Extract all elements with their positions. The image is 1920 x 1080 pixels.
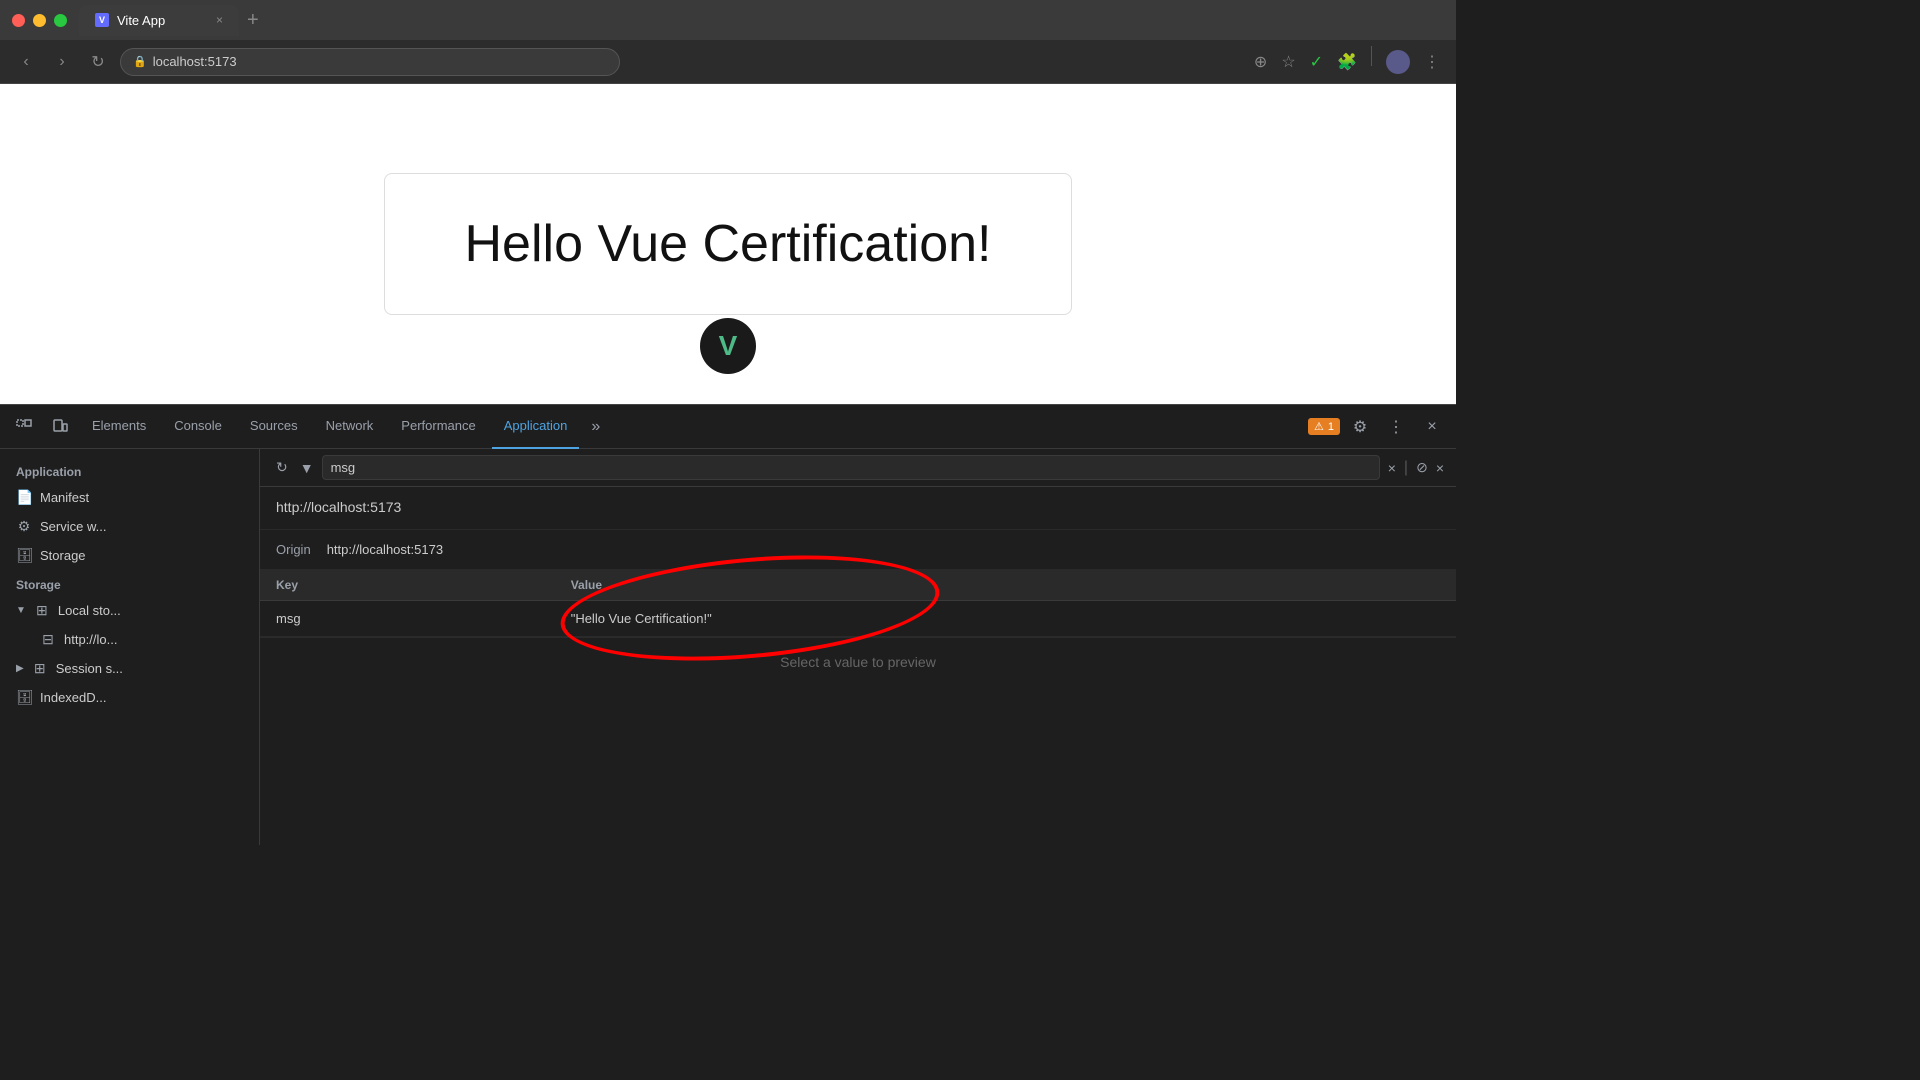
origin-value: http://localhost:5173: [327, 542, 443, 557]
devtools-inspect-button[interactable]: [8, 411, 40, 443]
bookmark-button[interactable]: ☆: [1277, 46, 1299, 78]
title-bar: V Vite App × +: [0, 0, 1456, 40]
devtools-right-actions: ⚠ 1 ⚙ ⋮ ×: [1308, 411, 1448, 443]
devtools-more-button[interactable]: ⋮: [1380, 411, 1412, 443]
tab-favicon: V: [95, 13, 109, 27]
devtools-toolbar: Elements Console Sources Network Perform…: [0, 405, 1456, 449]
warning-icon: ⚠: [1314, 420, 1324, 433]
storage-origin-row: Origin http://localhost:5173: [260, 530, 1456, 570]
devtools-sidebar: Application 📄 Manifest ⚙ Service w... 🗄 …: [0, 449, 260, 845]
devtools-close-button[interactable]: ×: [1416, 411, 1448, 443]
url-text: localhost:5173: [153, 54, 237, 69]
sidebar-app-section-title: Application: [0, 457, 259, 483]
url-bar[interactable]: 🔒 localhost:5173: [120, 48, 620, 76]
filter-input[interactable]: [322, 455, 1380, 480]
reload-button[interactable]: ↻: [84, 48, 112, 76]
sidebar-storage-section-title: Storage: [0, 570, 259, 596]
filter-block-button[interactable]: ⊘: [1416, 459, 1428, 476]
session-storage-icon: ⊞: [32, 660, 48, 677]
minimize-traffic-light[interactable]: [33, 14, 46, 27]
devtools-settings-button[interactable]: ⚙: [1344, 411, 1376, 443]
indexeddb-icon: 🗄: [16, 689, 32, 706]
maximize-traffic-light[interactable]: [54, 14, 67, 27]
new-tab-button[interactable]: +: [239, 5, 267, 36]
session-expand-icon: ▶: [16, 663, 24, 674]
browser-tab-active[interactable]: V Vite App ×: [79, 5, 239, 36]
warning-count: 1: [1328, 421, 1334, 433]
app-content-box: Hello Vue Certification!: [384, 173, 1073, 315]
sidebar-item-storage-top[interactable]: 🗄 Storage: [0, 541, 259, 570]
storage-table-row[interactable]: msg "Hello Vue Certification!": [260, 601, 1456, 637]
storage-top-icon: 🗄: [16, 547, 32, 564]
devtools-tab-console[interactable]: Console: [162, 405, 234, 449]
browser-main-content: Hello Vue Certification! V: [0, 84, 1456, 404]
address-bar: ‹ › ↻ 🔒 localhost:5173 ⊕ ☆ ✓ 🧩 ⋮: [0, 40, 1456, 84]
vue-logo: V: [700, 318, 756, 374]
expand-icon: ▼: [16, 605, 26, 616]
storage-table: Key Value msg "Hello Vue Certification!": [260, 570, 1456, 637]
avatar-button[interactable]: [1382, 46, 1414, 78]
devtools-tab-elements[interactable]: Elements: [80, 405, 158, 449]
close-traffic-light[interactable]: [12, 14, 25, 27]
sidebar-item-service-worker[interactable]: ⚙ Service w...: [0, 512, 259, 541]
local-storage-url-icon: ⊟: [40, 631, 56, 648]
select-preview-text: Select a value to preview: [260, 637, 1456, 686]
devtools-panel: Elements Console Sources Network Perform…: [0, 404, 1456, 845]
tab-title: Vite App: [117, 13, 165, 28]
vue-logo-v: V: [719, 330, 738, 362]
devtools-tab-application[interactable]: Application: [492, 405, 580, 449]
warning-badge: ⚠ 1: [1308, 418, 1340, 435]
extension-check-button[interactable]: ✓: [1306, 46, 1327, 78]
sidebar-storage-top-label: Storage: [40, 548, 86, 563]
sidebar-item-session-storage[interactable]: ▶ ⊞ Session s...: [0, 654, 259, 683]
filter-reload-button[interactable]: ↻: [272, 455, 292, 480]
manifest-icon: 📄: [16, 489, 32, 506]
sidebar-indexeddb-label: IndexedD...: [40, 690, 107, 705]
filter-close-button[interactable]: ×: [1436, 460, 1444, 476]
storage-value-cell: "Hello Vue Certification!": [555, 601, 1456, 637]
storage-url-text: http://localhost:5173: [276, 499, 401, 515]
storage-url-row: http://localhost:5173: [260, 487, 1456, 530]
sidebar-item-local-storage-url[interactable]: ⊟ http://lo...: [24, 625, 259, 654]
more-menu-button[interactable]: ⋮: [1420, 46, 1444, 78]
devtools-body: Application 📄 Manifest ⚙ Service w... 🗄 …: [0, 449, 1456, 845]
sidebar-item-manifest[interactable]: 📄 Manifest: [0, 483, 259, 512]
devtools-more-tabs-button[interactable]: »: [583, 410, 608, 444]
back-button[interactable]: ‹: [12, 48, 40, 76]
local-storage-icon: ⊞: [34, 602, 50, 619]
tab-close-button[interactable]: ×: [216, 13, 223, 27]
main-heading: Hello Vue Certification!: [465, 214, 992, 274]
sidebar-service-worker-label: Service w...: [40, 519, 106, 534]
sidebar-item-local-storage-expand[interactable]: ▼ ⊞ Local sto...: [0, 596, 259, 625]
extension-button[interactable]: 🧩: [1333, 46, 1361, 78]
tab-bar: V Vite App × +: [79, 5, 283, 36]
service-worker-icon: ⚙: [16, 518, 32, 535]
zoom-button[interactable]: ⊕: [1250, 46, 1271, 78]
origin-label: Origin: [276, 542, 311, 557]
devtools-device-button[interactable]: [44, 411, 76, 443]
devtools-tab-network[interactable]: Network: [314, 405, 386, 449]
sidebar-local-storage-url: http://lo...: [64, 632, 117, 647]
devtools-tab-sources[interactable]: Sources: [238, 405, 310, 449]
sidebar-session-storage-label: Session s...: [56, 661, 123, 676]
filter-separator: |: [1404, 459, 1408, 477]
devtools-main-panel: ↻ ▼ × | ⊘ × http://localhost:5173 Origin…: [260, 449, 1456, 845]
forward-button[interactable]: ›: [48, 48, 76, 76]
tab-list-button[interactable]: [267, 16, 283, 24]
browser-actions: ⊕ ☆ ✓ 🧩 ⋮: [1250, 46, 1444, 78]
browser-chrome: V Vite App × + ‹ › ↻ 🔒 localhost:5173 ⊕ …: [0, 0, 1456, 84]
sidebar-manifest-label: Manifest: [40, 490, 89, 505]
storage-key-cell: msg: [260, 601, 555, 637]
url-lock-icon: 🔒: [133, 55, 147, 68]
key-column-header: Key: [260, 570, 555, 601]
filter-bar: ↻ ▼ × | ⊘ ×: [260, 449, 1456, 487]
storage-table-container: Key Value msg "Hello Vue Certification!": [260, 570, 1456, 637]
devtools-tab-performance[interactable]: Performance: [389, 405, 487, 449]
sidebar-local-storage-label: Local sto...: [58, 603, 121, 618]
sidebar-item-indexeddb[interactable]: 🗄 IndexedD...: [0, 683, 259, 712]
traffic-lights: [12, 14, 67, 27]
value-column-header: Value: [555, 570, 1456, 601]
filter-icon: ▼: [300, 460, 314, 476]
filter-clear-button[interactable]: ×: [1388, 460, 1396, 476]
